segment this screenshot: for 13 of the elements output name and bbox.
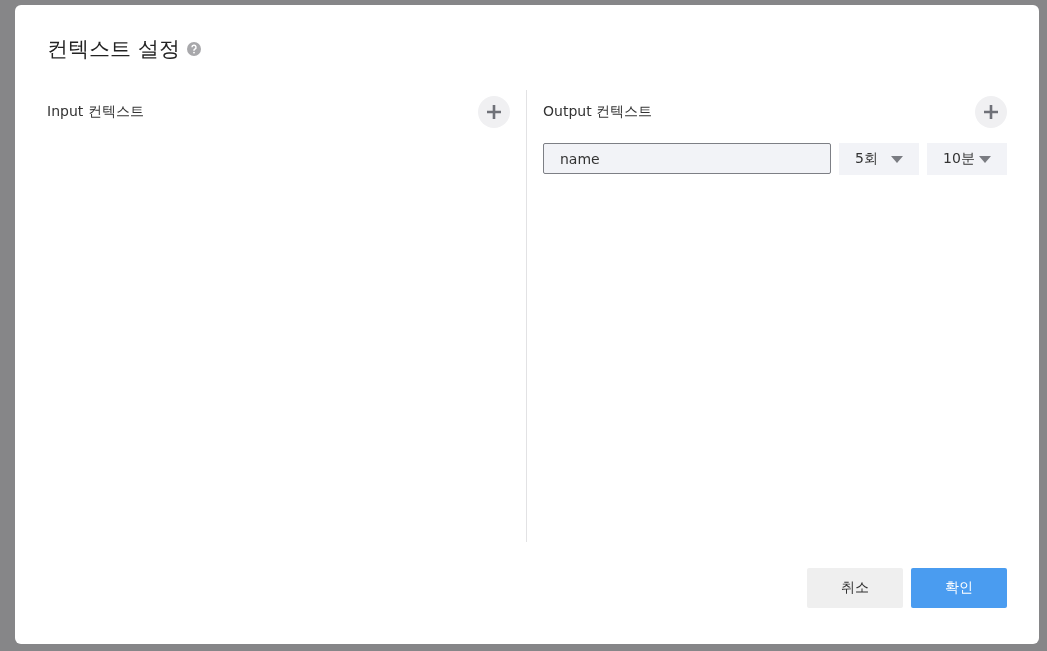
plus-icon [486, 104, 502, 120]
panel-label: Output 컨텍스트 [543, 103, 653, 121]
panel-label: Input 컨텍스트 [47, 103, 144, 121]
cancel-button[interactable]: 취소 [807, 568, 903, 608]
name-field[interactable]: name [543, 143, 831, 174]
add-button[interactable] [975, 96, 1007, 128]
add-button[interactable] [478, 96, 510, 128]
plus-icon [983, 104, 999, 120]
dropdown[interactable]: 5회 [839, 143, 919, 175]
dropdown[interactable]: 10분 [927, 143, 1007, 175]
caret-icon [891, 155, 903, 163]
caret-icon [979, 155, 991, 163]
dialog-title: 컨텍스트 설정 [47, 36, 180, 63]
